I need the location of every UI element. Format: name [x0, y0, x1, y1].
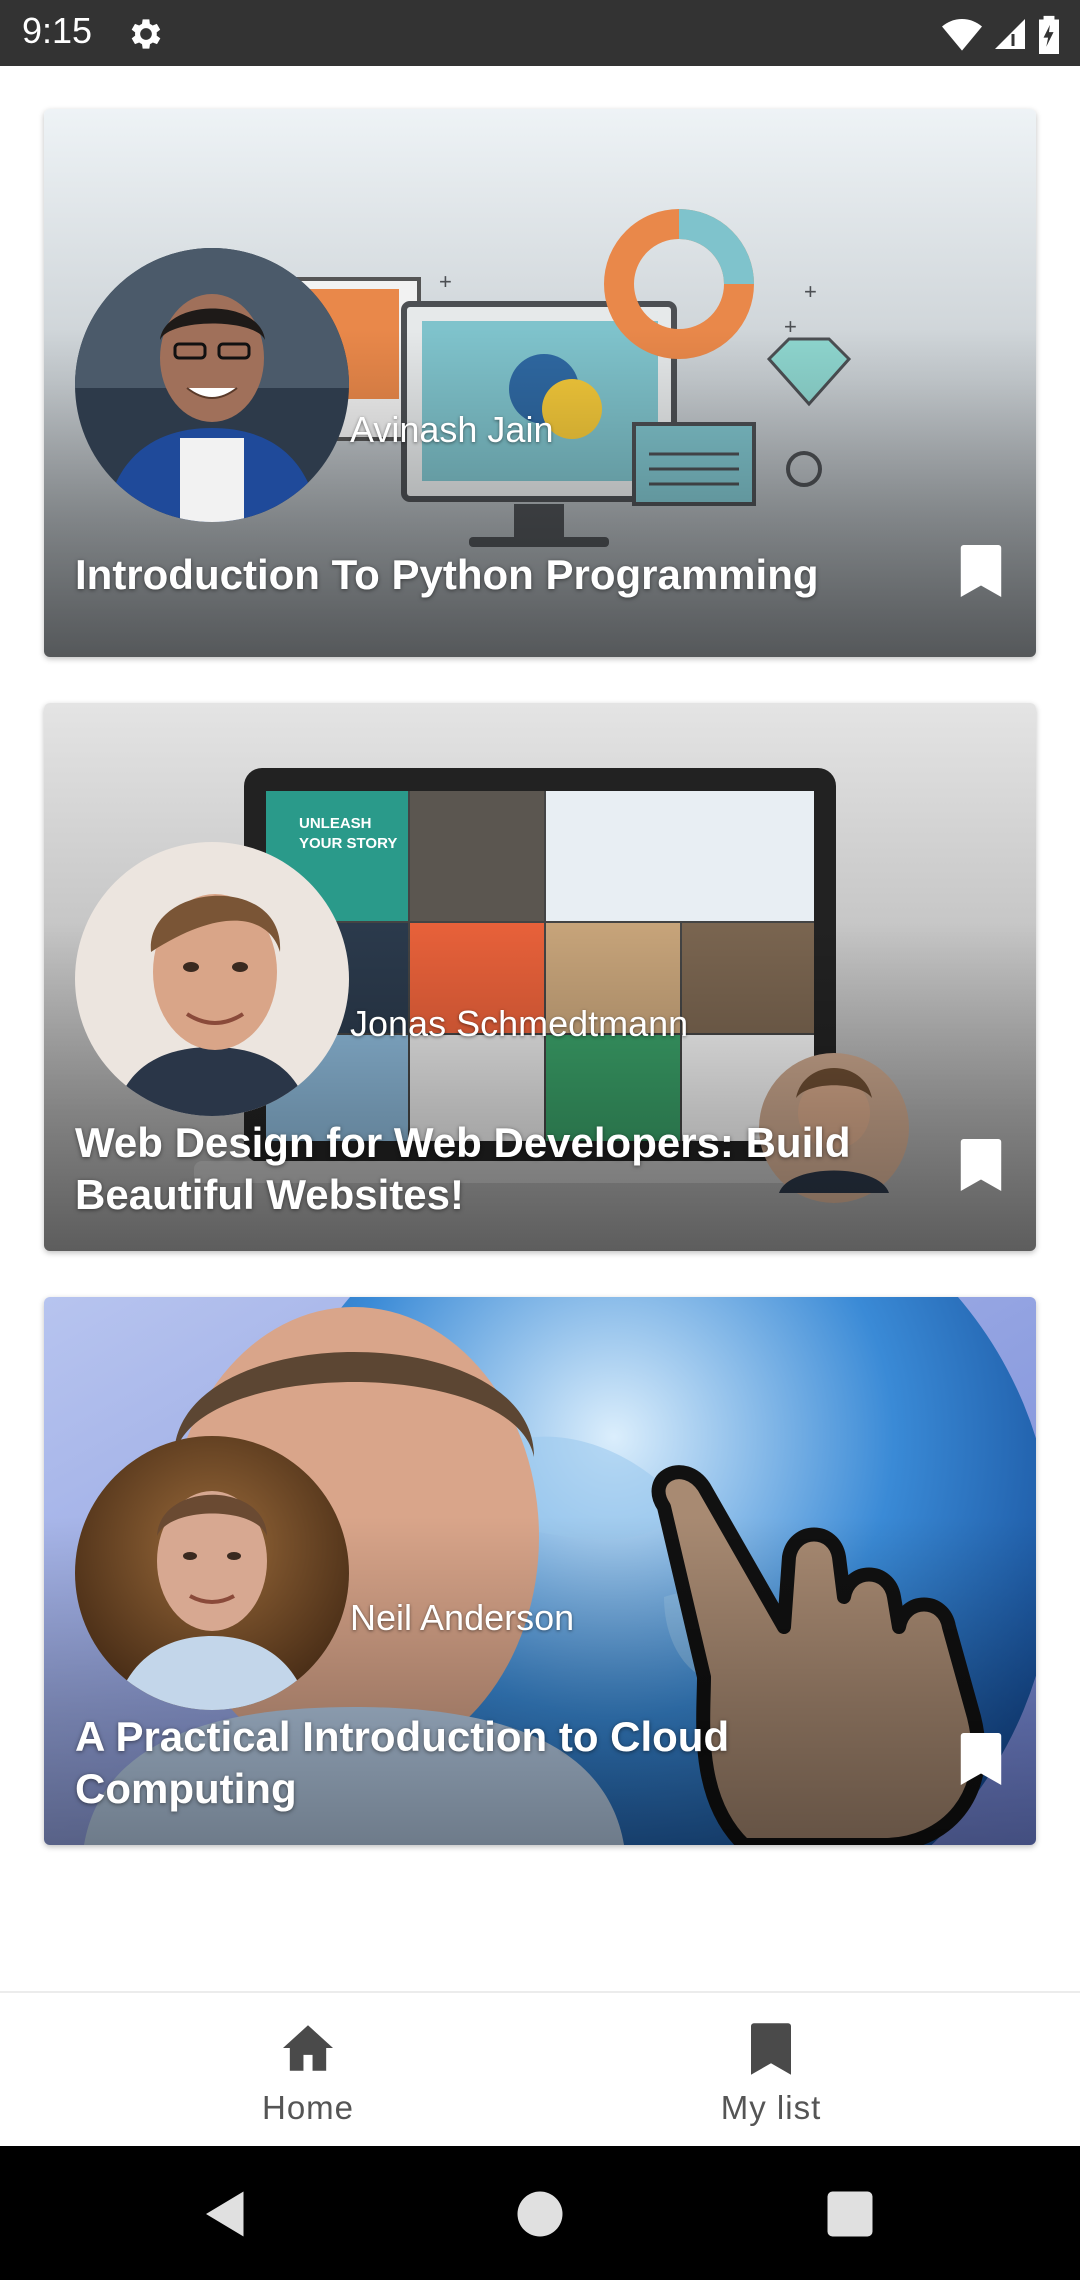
signal-icon: [995, 19, 1025, 49]
instructor-name: Neil Anderson: [350, 1597, 575, 1638]
home-icon: [283, 2025, 333, 2071]
battery-icon: [1039, 15, 1059, 54]
course-card[interactable]: Neil Anderson A Practical Introduction t…: [44, 1297, 1036, 1845]
bookmark-icon: [751, 2023, 791, 2075]
nav-label-my-list: My list: [720, 2089, 822, 2126]
bottom-navigation: Home My list: [0, 1991, 1080, 2146]
settings-gear-icon: [131, 19, 161, 49]
course-card[interactable]: + + + Avinash Jain Introduction To Pytho…: [44, 109, 1036, 657]
back-icon[interactable]: [196, 2184, 256, 2244]
course-card[interactable]: UNLEASH YOUR STORY Jonas Schmedtmann Web…: [44, 703, 1036, 1251]
instructor-name: Avinash Jain: [350, 409, 554, 450]
wifi-icon: [942, 19, 982, 51]
status-bar: 9:15: [0, 0, 1080, 66]
nav-item-my-list[interactable]: My list: [571, 1993, 971, 2148]
course-feed[interactable]: + + + Avinash Jain Introduction To Pytho…: [0, 66, 1080, 1991]
bookmark-icon[interactable]: [960, 1139, 1002, 1191]
nav-item-home[interactable]: Home: [108, 1993, 508, 2148]
instructor-avatar: [75, 248, 349, 522]
course-title[interactable]: Introduction To Python Programming: [75, 549, 935, 601]
instructor-avatar: [75, 842, 349, 1116]
course-title[interactable]: A Practical Introduction to Cloud Comput…: [75, 1711, 935, 1815]
instructor-avatar: [75, 1436, 349, 1710]
course-title[interactable]: Web Design for Web Developers: Build Bea…: [75, 1117, 935, 1221]
home-circle-icon[interactable]: [510, 2184, 570, 2244]
status-time: 9:15: [22, 10, 93, 51]
bookmark-icon[interactable]: [960, 545, 1002, 597]
recents-square-icon[interactable]: [820, 2184, 880, 2244]
instructor-name: Jonas Schmedtmann: [350, 1003, 689, 1044]
bookmark-icon[interactable]: [960, 1733, 1002, 1785]
system-navigation-bar: [0, 2146, 1080, 2280]
nav-label-home: Home: [261, 2089, 355, 2126]
